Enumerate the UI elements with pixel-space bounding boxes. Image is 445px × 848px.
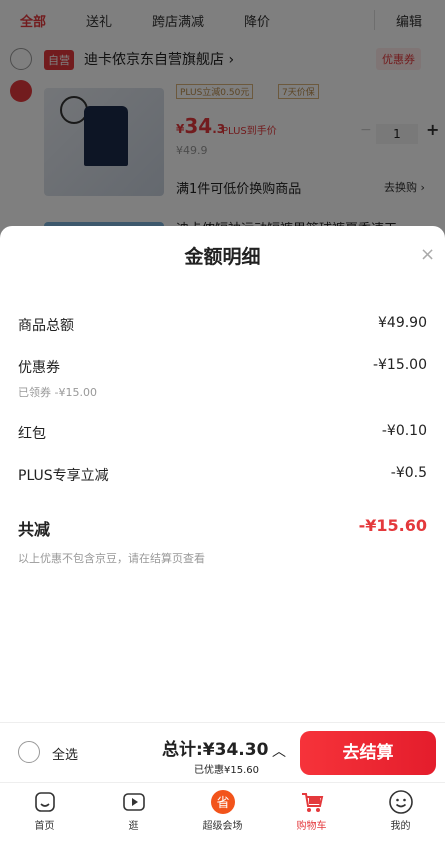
nav-home-label: 首页 <box>34 821 55 832</box>
super-venue-icon: 省 <box>210 790 235 814</box>
saved-amount: 已优惠¥15.60 <box>194 765 259 776</box>
select-all-checkbox[interactable] <box>18 741 40 763</box>
goods-total-label: 商品总额 <box>18 318 74 334</box>
profile-icon <box>388 790 413 814</box>
red-packet-value: -¥0.10 <box>381 423 427 439</box>
total-price: 总计:¥34.30 <box>162 740 269 760</box>
home-icon <box>34 792 55 812</box>
nav-home[interactable]: 首页 <box>0 783 89 848</box>
coupon-value: -¥15.00 <box>372 357 427 373</box>
plus-discount-value: -¥0.5 <box>390 465 427 481</box>
chevron-up-icon[interactable]: ︿ <box>272 741 286 761</box>
nav-browse-label: 逛 <box>128 821 139 832</box>
bottom-nav: 首页 逛 省 超级会场 购物车 我的 <box>0 782 445 848</box>
discount-note: 以上优惠不包含京豆，请在结算页查看 <box>18 552 205 565</box>
checkout-bar: 全选 总计:¥34.30 已优惠¥15.60 ︿ 去结算 <box>0 722 445 782</box>
sheet-title: 金额明细 <box>184 246 261 268</box>
plus-discount-label: PLUS专享立减 <box>18 468 109 484</box>
select-all-label[interactable]: 全选 <box>52 744 78 763</box>
video-icon <box>122 793 145 811</box>
nav-super-venue-label: 超级会场 <box>202 821 243 832</box>
nav-cart-label: 购物车 <box>296 821 327 832</box>
nav-cart[interactable]: 购物车 <box>267 783 356 848</box>
cart-icon <box>301 793 323 812</box>
total-discount-label: 共减 <box>18 520 51 539</box>
goods-total-value: ¥49.90 <box>378 315 427 331</box>
svg-text:省: 省 <box>216 796 229 811</box>
coupon-sub-text: 已领券 -¥15.00 <box>18 386 97 399</box>
close-icon[interactable]: × <box>420 244 435 265</box>
nav-profile[interactable]: 我的 <box>356 783 445 848</box>
nav-profile-label: 我的 <box>390 821 411 832</box>
total-discount-value: -¥15.60 <box>358 516 427 535</box>
red-packet-label: 红包 <box>18 426 46 442</box>
nav-super-venue[interactable]: 省 超级会场 <box>178 783 267 848</box>
nav-browse[interactable]: 逛 <box>89 783 178 848</box>
checkout-button[interactable]: 去结算 <box>300 731 436 775</box>
coupon-label: 优惠券 <box>18 360 60 376</box>
